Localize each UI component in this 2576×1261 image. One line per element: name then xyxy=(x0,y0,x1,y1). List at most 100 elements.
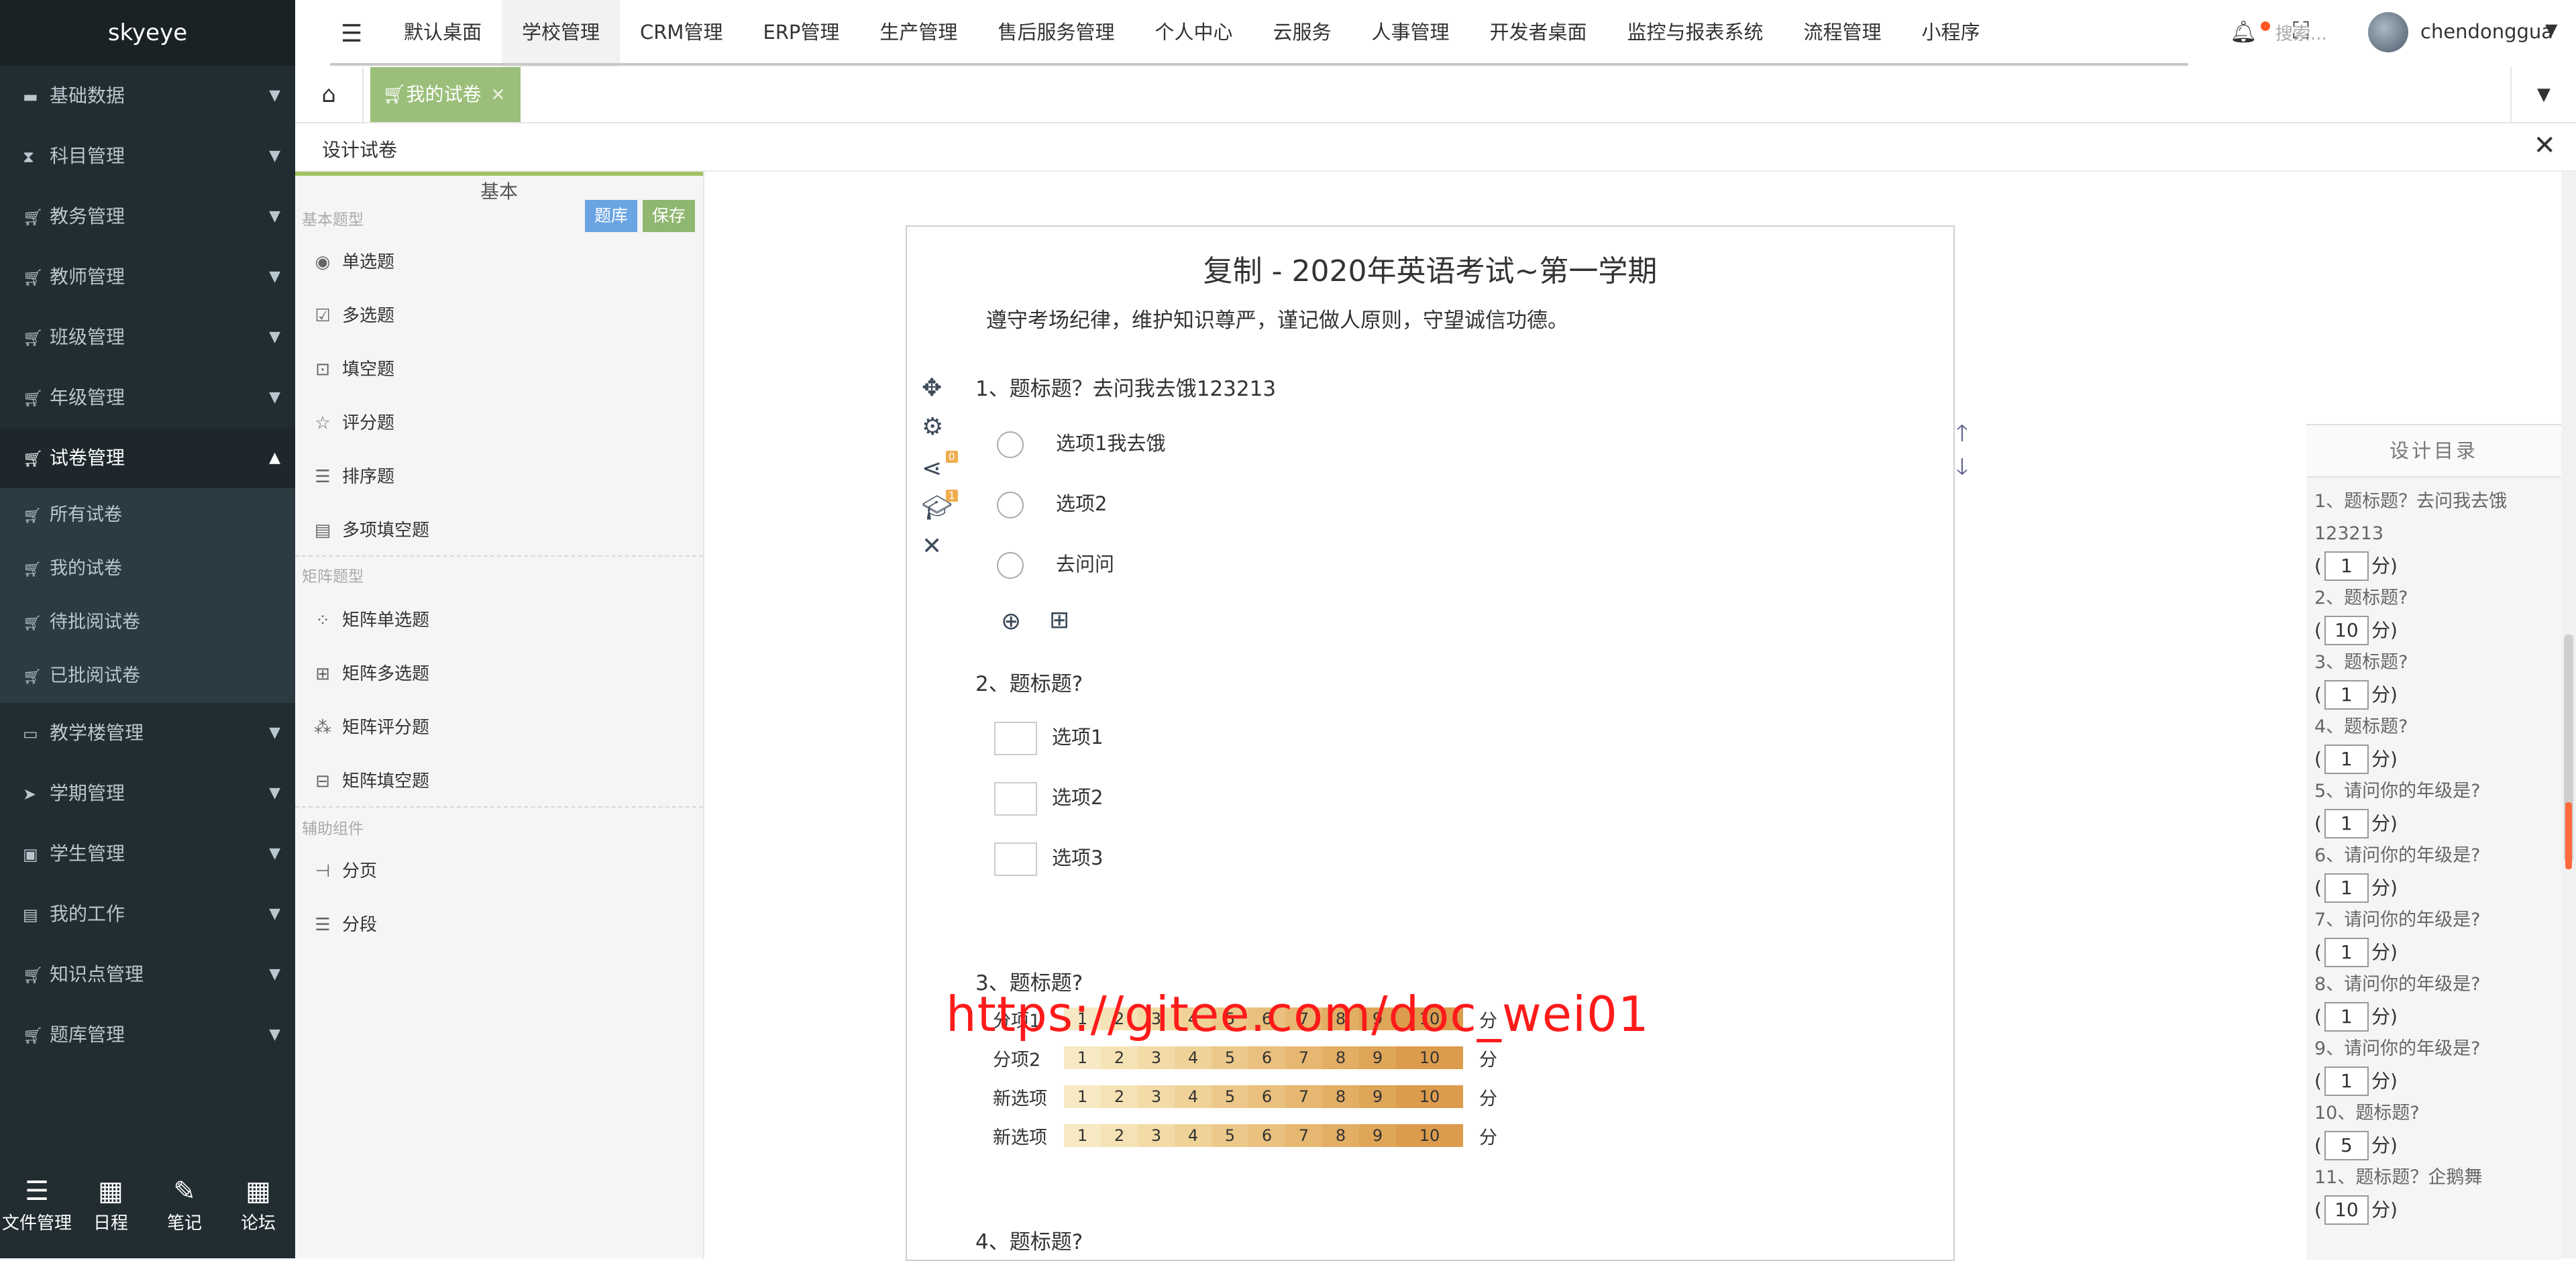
score-input[interactable]: 10 xyxy=(2324,1195,2369,1225)
notes-button[interactable]: ✎ 笔记 xyxy=(148,1164,221,1258)
sidebar-item[interactable]: ▬ 基础数据 ▼ xyxy=(0,66,295,126)
question-title[interactable]: 1、题标题？去问我去饿123213 xyxy=(975,372,1276,402)
rating-cell[interactable]: 10 xyxy=(1396,1046,1463,1069)
top-menu-item[interactable]: 默认桌面 xyxy=(384,0,502,67)
sidebar-subitem[interactable]: 🛒︎ 待批阅试卷 xyxy=(0,596,295,649)
palette-sort[interactable]: ☰ 排序题 xyxy=(311,463,394,488)
home-icon[interactable]: ⌂ xyxy=(295,67,364,122)
move-icon[interactable]: ✥ xyxy=(922,374,942,402)
catalog-entry[interactable]: 7、请问你的年级是? xyxy=(2314,904,2556,936)
sidebar-item[interactable]: 🛒︎ 教务管理 ▼ xyxy=(0,186,295,247)
save-button[interactable]: 保存 xyxy=(643,200,695,232)
menu-toggle-icon[interactable]: ☰ xyxy=(341,20,362,48)
rating-cell[interactable]: 9 xyxy=(1359,1124,1396,1147)
rating-cell[interactable]: 4 xyxy=(1175,1046,1212,1069)
score-input[interactable]: 1 xyxy=(2324,1066,2369,1096)
radio-button[interactable] xyxy=(997,492,1024,518)
top-menu-item[interactable]: CRM管理 xyxy=(620,0,743,67)
search-input[interactable]: 搜索... xyxy=(2275,20,2327,45)
sidebar-subitem[interactable]: 🛒︎ 所有试卷 xyxy=(0,488,295,542)
rating-cell[interactable]: 2 xyxy=(1101,1124,1138,1147)
forum-button[interactable]: ▦ 论坛 xyxy=(221,1164,295,1258)
arrow-down-icon[interactable]: 🡓 xyxy=(1956,451,1968,489)
sidebar-item[interactable]: 🛒︎ 班级管理 ▼ xyxy=(0,307,295,368)
rating-cell[interactable]: 8 xyxy=(1322,1046,1359,1069)
rating-cell[interactable]: 7 xyxy=(1285,1085,1322,1108)
rating-cell[interactable]: 1 xyxy=(1064,1046,1101,1069)
gear-icon[interactable]: ⚙ xyxy=(922,413,943,441)
palette-page-break[interactable]: ⊣ 分页 xyxy=(311,857,377,882)
top-menu-item[interactable]: 流程管理 xyxy=(1784,0,1902,67)
vertical-scrollbar[interactable] xyxy=(2561,172,2576,1258)
top-menu-item[interactable]: 云服务 xyxy=(1252,0,1351,67)
rating-cell[interactable]: 6 xyxy=(1248,1046,1285,1069)
option-row[interactable]: 选项2 xyxy=(997,488,1107,522)
palette-single-choice[interactable]: ◉ 单选题 xyxy=(311,248,394,273)
rating-cell[interactable]: 7 xyxy=(1285,1124,1322,1147)
radio-button[interactable] xyxy=(997,431,1024,458)
close-icon[interactable]: ✕ xyxy=(491,85,506,105)
score-input[interactable]: 1 xyxy=(2324,745,2369,774)
question-bank-button[interactable]: 题库 xyxy=(585,200,637,232)
rating-cell[interactable]: 10 xyxy=(1396,1085,1463,1108)
palette-matrix-multi[interactable]: ⊞ 矩阵多选题 xyxy=(311,660,429,685)
rating-cell[interactable]: 1 xyxy=(1064,1124,1101,1147)
top-menu-item[interactable]: 小程序 xyxy=(1902,0,2000,67)
rating-cell[interactable]: 1 xyxy=(1064,1085,1101,1108)
rating-cell[interactable]: 5 xyxy=(1212,1085,1248,1108)
sidebar-item[interactable]: 🛒︎ 年级管理 ▼ xyxy=(0,368,295,428)
rating-cell[interactable]: 4 xyxy=(1175,1085,1212,1108)
rating-cell[interactable]: 10 xyxy=(1396,1124,1463,1147)
schedule-button[interactable]: ▦ 日程 xyxy=(74,1164,148,1258)
top-menu-item[interactable]: 学校管理 xyxy=(502,0,621,67)
catalog-entry[interactable]: 2、题标题? xyxy=(2314,582,2556,614)
catalog-entry[interactable]: 4、题标题? xyxy=(2314,711,2556,743)
catalog-entry[interactable]: 9、请问你的年级是? xyxy=(2314,1033,2556,1065)
palette-rating[interactable]: ☆ 评分题 xyxy=(311,409,394,434)
sidebar-item[interactable]: 🛒︎ 教师管理 ▼ xyxy=(0,247,295,307)
top-menu-item[interactable]: 监控与报表系统 xyxy=(1607,0,1784,67)
catalog-entry[interactable]: 11、题标题？企鹅舞 xyxy=(2314,1162,2556,1194)
score-input[interactable]: 1 xyxy=(2324,809,2369,838)
palette-fill-blank[interactable]: ⊡ 填空题 xyxy=(311,355,394,380)
user-dropdown-icon[interactable]: ▼ xyxy=(2545,20,2557,39)
palette-multi-choice[interactable]: ☑ 多选题 xyxy=(311,302,394,327)
catalog-entry[interactable]: 8、请问你的年级是? xyxy=(2314,969,2556,1001)
rating-cell[interactable]: 5 xyxy=(1212,1046,1248,1069)
rating-cell[interactable]: 8 xyxy=(1322,1085,1359,1108)
palette-matrix-rating[interactable]: ⁂ 矩阵评分题 xyxy=(311,714,429,738)
question-title[interactable]: 2、题标题? xyxy=(975,667,1083,697)
rating-cell[interactable]: 8 xyxy=(1322,1124,1359,1147)
score-input[interactable]: 1 xyxy=(2324,938,2369,967)
close-icon[interactable]: ✕ xyxy=(2533,130,2556,161)
rating-cell[interactable]: 3 xyxy=(1138,1085,1175,1108)
file-manager-button[interactable]: ☰ 文件管理 xyxy=(0,1164,74,1258)
sidebar-item[interactable]: 🛒︎ 题库管理 ▼ xyxy=(0,1005,295,1065)
palette-matrix-fill[interactable]: ⊟ 矩阵填空题 xyxy=(311,767,429,792)
sidebar-subitem[interactable]: 🛒︎ 我的试卷 xyxy=(0,542,295,596)
rating-cell[interactable]: 2 xyxy=(1101,1085,1138,1108)
share-icon[interactable]: ⋖ xyxy=(922,455,942,482)
username[interactable]: chendonggua xyxy=(2420,20,2561,43)
top-menu-item[interactable]: 人事管理 xyxy=(1351,0,1469,67)
checkbox[interactable] xyxy=(994,722,1037,755)
top-menu-item[interactable]: 个人中心 xyxy=(1134,0,1252,67)
radio-button[interactable] xyxy=(997,552,1024,579)
palette-section[interactable]: ☰ 分段 xyxy=(311,911,377,936)
rating-cell[interactable]: 3 xyxy=(1138,1124,1175,1147)
score-input[interactable]: 10 xyxy=(2324,616,2369,645)
delete-icon[interactable]: ✕ xyxy=(922,533,942,560)
rating-cell[interactable]: 2 xyxy=(1101,1046,1138,1069)
sidebar-subitem[interactable]: 🛒︎ 已批阅试卷 xyxy=(0,649,295,703)
top-menu-item[interactable]: ERP管理 xyxy=(743,0,859,67)
question-title[interactable]: 4、题标题? xyxy=(975,1225,1083,1255)
palette-multi-fill[interactable]: ▤ 多项填空题 xyxy=(311,516,429,541)
tab-my-exams[interactable]: 🛒︎我的试卷 ✕ xyxy=(370,67,521,122)
rating-cell[interactable]: 7 xyxy=(1285,1046,1322,1069)
top-menu-item[interactable]: 售后服务管理 xyxy=(977,0,1134,67)
exam-description[interactable]: 遵守考场纪律，维护知识尊严，谨记做人原则，守望诚信功德。 xyxy=(986,303,1568,333)
sidebar-item[interactable]: 🛒︎ 试卷管理 ▲ xyxy=(0,428,295,488)
catalog-entry[interactable]: 6、请问你的年级是? xyxy=(2314,840,2556,872)
batch-add-icon[interactable]: ⊞ xyxy=(1049,606,1069,634)
rating-cell[interactable]: 3 xyxy=(1138,1046,1175,1069)
